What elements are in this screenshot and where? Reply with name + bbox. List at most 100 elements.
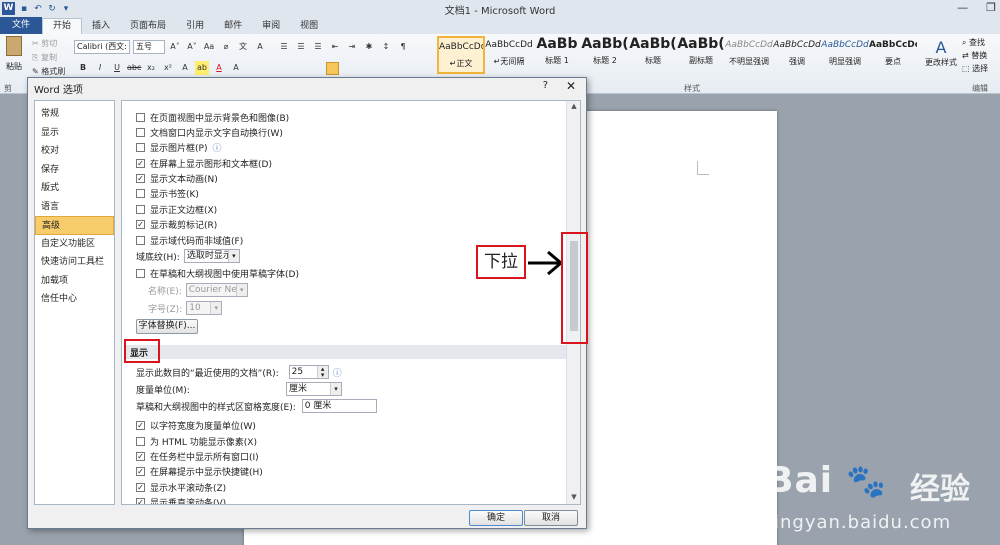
option-field-codes[interactable]: 显示域代码而非域值(F) <box>136 234 243 247</box>
draft-font-name-select[interactable]: Courier New ▾ <box>185 283 248 297</box>
multilevel-list-icon[interactable]: ☰ <box>311 40 325 54</box>
tab-page-layout[interactable]: 页面布局 <box>120 19 176 34</box>
tab-file[interactable]: 文件 <box>0 17 43 34</box>
style-heading-1[interactable]: AaBb 标题 1 <box>533 36 581 74</box>
style-no-spacing[interactable]: AaBbCcDd ↵无间隔 <box>485 36 533 74</box>
checkbox[interactable]: ✓ <box>136 467 145 476</box>
phonetic-icon[interactable]: 文 <box>236 40 250 54</box>
strikethrough-icon[interactable]: abc <box>127 61 141 75</box>
change-styles-button[interactable]: A 更改样式 <box>922 38 960 68</box>
style-strong[interactable]: AaBbCcDc 要点 <box>869 36 917 74</box>
nav-general[interactable]: 常规 <box>35 105 114 124</box>
nav-addins[interactable]: 加载项 <box>35 272 114 291</box>
superscript-icon[interactable]: x² <box>161 61 175 75</box>
style-area-width-input[interactable]: 0 厘米 <box>301 399 377 413</box>
checkbox[interactable] <box>136 236 145 245</box>
checkbox[interactable] <box>136 269 145 278</box>
char-border-icon[interactable]: A <box>253 40 267 54</box>
nav-customize-ribbon[interactable]: 自定义功能区 <box>35 235 114 254</box>
checkbox[interactable]: ✓ <box>136 174 145 183</box>
minimize-button[interactable]: — <box>957 1 968 14</box>
char-shading-icon[interactable]: A <box>229 61 243 75</box>
subscript-icon[interactable]: x₂ <box>144 61 158 75</box>
option-wrap-text[interactable]: 文档窗口内显示文字自动换行(W) <box>136 126 283 139</box>
tab-references[interactable]: 引用 <box>176 19 214 34</box>
option-text-animation[interactable]: ✓ 显示文本动画(N) <box>136 172 218 185</box>
option-show-drawings[interactable]: ✓ 在屏幕上显示图形和文本框(D) <box>136 157 272 170</box>
checkbox[interactable]: ✓ <box>136 452 145 461</box>
field-shading-select[interactable]: 选取时显示 ▾ <box>183 249 240 263</box>
font-color-icon[interactable]: A <box>212 61 226 75</box>
option-draft-font[interactable]: 在草稿和大纲视图中使用草稿字体(D) <box>136 267 299 280</box>
scroll-up-icon[interactable]: ▲ <box>569 102 579 112</box>
cut-button[interactable]: ✂ 剪切 <box>32 38 57 49</box>
shrink-font-icon[interactable]: A˅ <box>185 40 199 54</box>
option-crop-marks[interactable]: ✓ 显示裁剪标记(R) <box>136 218 217 231</box>
font-substitution-button[interactable]: 字体替换(F)... <box>136 319 198 334</box>
change-case-icon[interactable]: Aa <box>202 40 216 54</box>
option-shortcut-tips[interactable]: ✓ 在屏幕提示中显示快捷键(H) <box>136 465 263 478</box>
checkbox[interactable] <box>136 189 145 198</box>
tab-home[interactable]: 开始 <box>42 18 83 34</box>
italic-icon[interactable]: I <box>93 61 107 75</box>
font-size-combo[interactable]: 五号 <box>133 40 165 54</box>
clear-format-icon[interactable]: ⌀ <box>219 40 233 54</box>
draft-font-size-select[interactable]: 10 ▾ <box>186 301 223 315</box>
sort-icon[interactable]: ↕ <box>379 40 393 54</box>
style-normal[interactable]: AaBbCcDd ↵正文 <box>437 36 485 74</box>
increase-indent-icon[interactable]: ⇥ <box>345 40 359 54</box>
numbering-icon[interactable]: ☰ <box>294 40 308 54</box>
tab-mailings[interactable]: 邮件 <box>214 19 252 34</box>
copy-button[interactable]: ⎘ 复制 <box>32 52 57 63</box>
nav-layout[interactable]: 版式 <box>35 179 114 198</box>
line-spacing-icon[interactable] <box>358 62 371 75</box>
shading-icon[interactable] <box>374 62 387 75</box>
scroll-down-icon[interactable]: ▼ <box>569 493 579 503</box>
option-show-bookmarks[interactable]: 显示书签(K) <box>136 187 199 200</box>
cancel-button[interactable]: 取消 <box>524 510 578 526</box>
chinese-layout-icon[interactable]: ✱ <box>362 40 376 54</box>
checkbox[interactable]: ✓ <box>136 421 145 430</box>
tab-review[interactable]: 审阅 <box>252 19 290 34</box>
nav-language[interactable]: 语言 <box>35 198 114 217</box>
option-html-pixels[interactable]: 为 HTML 功能显示像素(X) <box>136 435 257 448</box>
checkbox[interactable]: ✓ <box>136 220 145 229</box>
grow-font-icon[interactable]: A˄ <box>168 40 182 54</box>
nav-proofing[interactable]: 校对 <box>35 142 114 161</box>
style-heading-2[interactable]: AaBb( 标题 2 <box>581 36 629 74</box>
checkbox[interactable] <box>136 113 145 122</box>
ok-button[interactable]: 确定 <box>469 510 523 526</box>
nav-quick-access-toolbar[interactable]: 快速访问工具栏 <box>35 253 114 272</box>
font-name-combo[interactable]: Calibri (西文: <box>74 40 130 54</box>
paste-label[interactable]: 粘贴 <box>6 61 22 72</box>
checkbox[interactable]: ✓ <box>136 483 145 492</box>
restore-button[interactable]: ❐ <box>986 1 996 14</box>
option-vertical-scrollbar[interactable]: ✓ 显示垂直滚动条(V) <box>136 496 226 504</box>
decrease-indent-icon[interactable]: ⇤ <box>328 40 342 54</box>
option-horizontal-scrollbar[interactable]: ✓ 显示水平滚动条(Z) <box>136 481 226 494</box>
style-intense-emphasis[interactable]: AaBbCcDd 明显强调 <box>821 36 869 74</box>
bold-icon[interactable]: B <box>76 61 90 75</box>
text-effects-icon[interactable]: A <box>178 61 192 75</box>
nav-advanced[interactable]: 高级 <box>35 216 114 235</box>
checkbox[interactable] <box>136 128 145 137</box>
recent-docs-spinner[interactable]: 25 ▴ ▾ <box>288 365 329 379</box>
checkbox[interactable]: ✓ <box>136 498 145 504</box>
style-emphasis[interactable]: AaBbCcDd 强调 <box>773 36 821 74</box>
measure-units-select[interactable]: 厘米 ▾ <box>286 382 342 396</box>
underline-icon[interactable]: U <box>110 61 124 75</box>
checkbox[interactable] <box>136 205 145 214</box>
justify-icon[interactable] <box>326 62 339 75</box>
option-char-width-units[interactable]: ✓ 以字符宽度为度量单位(W) <box>136 419 256 432</box>
help-button[interactable]: ? <box>543 80 548 91</box>
checkbox[interactable] <box>136 437 145 446</box>
option-picture-placeholders[interactable]: 显示图片框(P) ⓘ <box>136 141 221 154</box>
borders-icon[interactable] <box>390 62 403 75</box>
nav-display[interactable]: 显示 <box>35 124 114 143</box>
align-left-icon[interactable] <box>278 62 291 75</box>
distributed-icon[interactable] <box>342 62 355 75</box>
align-center-icon[interactable] <box>294 62 307 75</box>
checkbox[interactable]: ✓ <box>136 159 145 168</box>
style-title[interactable]: AaBb( 标题 <box>629 36 677 74</box>
tab-view[interactable]: 视图 <box>290 19 328 34</box>
